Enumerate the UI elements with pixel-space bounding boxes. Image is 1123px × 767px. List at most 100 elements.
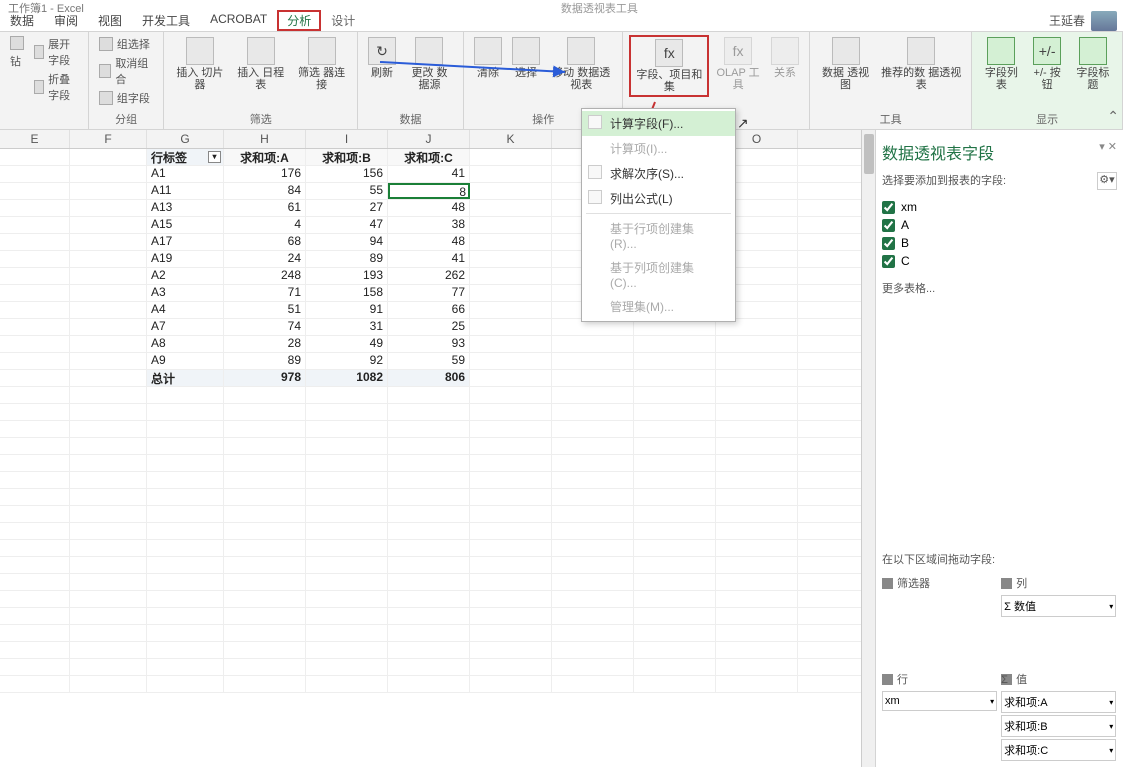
cell[interactable] — [70, 149, 147, 165]
cell[interactable] — [716, 387, 798, 403]
cell[interactable] — [552, 591, 634, 607]
cell[interactable] — [716, 489, 798, 505]
clear-button[interactable]: 清除 — [470, 35, 506, 81]
cell[interactable] — [0, 421, 70, 437]
field-item-A[interactable]: A — [882, 216, 1117, 234]
row-label[interactable]: A9 — [147, 353, 224, 369]
cell[interactable] — [470, 540, 552, 556]
cell[interactable] — [470, 608, 552, 624]
cell[interactable] — [470, 455, 552, 471]
row-label[interactable]: A1 — [147, 166, 224, 182]
values-zone[interactable]: Σ值 求和项:A▾求和项:B▾求和项:C▾ — [1001, 667, 1116, 763]
cell[interactable] — [306, 608, 388, 624]
cell[interactable] — [470, 387, 552, 403]
vertical-scrollbar[interactable] — [861, 130, 875, 767]
cell[interactable] — [0, 676, 70, 692]
cell[interactable] — [306, 387, 388, 403]
cell[interactable] — [470, 217, 552, 233]
value-cell[interactable]: 158 — [306, 285, 388, 301]
value-cell[interactable]: 4 — [224, 217, 306, 233]
cell[interactable] — [70, 387, 147, 403]
cell[interactable] — [634, 574, 716, 590]
cell[interactable] — [716, 336, 798, 352]
cell[interactable] — [70, 438, 147, 454]
col-header-F[interactable]: F — [70, 130, 147, 148]
row-label[interactable]: A3 — [147, 285, 224, 301]
cell[interactable] — [470, 268, 552, 284]
cell[interactable] — [388, 574, 470, 590]
value-cell[interactable]: 176 — [224, 166, 306, 182]
cell[interactable] — [470, 438, 552, 454]
filter-conn-button[interactable]: 筛选 器连接 — [292, 35, 351, 93]
value-cell[interactable]: 55 — [306, 183, 388, 199]
collapse-ribbon-button[interactable]: ⌃ — [1107, 108, 1119, 125]
cell[interactable] — [70, 268, 147, 284]
cell[interactable] — [470, 676, 552, 692]
value-cell[interactable]: 8 — [388, 183, 470, 199]
field-list-button[interactable]: 字段列表 — [978, 35, 1024, 93]
cell[interactable] — [70, 234, 147, 250]
cell[interactable] — [0, 183, 70, 199]
value-cell[interactable]: 49 — [306, 336, 388, 352]
cell[interactable] — [552, 438, 634, 454]
row-label[interactable]: A17 — [147, 234, 224, 250]
cell[interactable] — [306, 506, 388, 522]
cell[interactable] — [716, 608, 798, 624]
cell[interactable] — [470, 659, 552, 675]
row-label[interactable]: A8 — [147, 336, 224, 352]
pane-dropdown-icon[interactable]: ▾ ✕ — [1099, 140, 1117, 164]
col-header-K[interactable]: K — [470, 130, 552, 148]
cell[interactable] — [224, 608, 306, 624]
cell[interactable] — [0, 336, 70, 352]
cell[interactable] — [147, 557, 224, 573]
olap-tools-button[interactable]: fxOLAP 工具 — [711, 35, 765, 93]
cell[interactable] — [0, 557, 70, 573]
cell[interactable] — [634, 387, 716, 403]
value-cell[interactable]: 51 — [224, 302, 306, 318]
cell[interactable] — [388, 472, 470, 488]
cell[interactable] — [470, 472, 552, 488]
cell[interactable] — [634, 676, 716, 692]
cell[interactable] — [552, 676, 634, 692]
cell[interactable] — [147, 659, 224, 675]
cell[interactable] — [0, 251, 70, 267]
cell[interactable] — [552, 557, 634, 573]
cell[interactable] — [552, 370, 634, 386]
value-cell[interactable]: 28 — [224, 336, 306, 352]
value-cell[interactable]: 77 — [388, 285, 470, 301]
menu-calc-field[interactable]: 计算字段(F)... — [582, 111, 735, 136]
cell[interactable] — [470, 285, 552, 301]
cell[interactable] — [70, 251, 147, 267]
cell[interactable] — [0, 370, 70, 386]
more-tables-link[interactable]: 更多表格... — [882, 274, 1117, 302]
cell[interactable] — [306, 404, 388, 420]
cell[interactable] — [634, 506, 716, 522]
cell[interactable] — [147, 540, 224, 556]
cell[interactable] — [0, 234, 70, 250]
cell[interactable] — [0, 591, 70, 607]
field-checkbox[interactable] — [882, 201, 895, 214]
cell[interactable] — [470, 557, 552, 573]
cell[interactable] — [552, 506, 634, 522]
value-cell[interactable]: 41 — [388, 251, 470, 267]
cell[interactable] — [147, 472, 224, 488]
cell[interactable] — [470, 166, 552, 182]
cell[interactable] — [716, 676, 798, 692]
rows-zone[interactable]: 行 xm▾ — [882, 667, 997, 763]
col-header-G[interactable]: G — [147, 130, 224, 148]
col-header-I[interactable]: I — [306, 130, 388, 148]
cell[interactable] — [70, 217, 147, 233]
cell[interactable] — [0, 438, 70, 454]
value-cell[interactable]: 66 — [388, 302, 470, 318]
field-checkbox[interactable] — [882, 255, 895, 268]
cell[interactable] — [470, 234, 552, 250]
cell[interactable] — [224, 540, 306, 556]
value-cell[interactable]: 48 — [388, 200, 470, 216]
cell[interactable] — [70, 591, 147, 607]
value-cell[interactable]: 89 — [306, 251, 388, 267]
pm-buttons-button[interactable]: +/-+/- 按钮 — [1027, 35, 1068, 93]
row-label[interactable]: A11 — [147, 183, 224, 199]
value-cell[interactable]: 262 — [388, 268, 470, 284]
cell[interactable] — [70, 540, 147, 556]
menu-solve-order[interactable]: 求解次序(S)... — [582, 161, 735, 186]
